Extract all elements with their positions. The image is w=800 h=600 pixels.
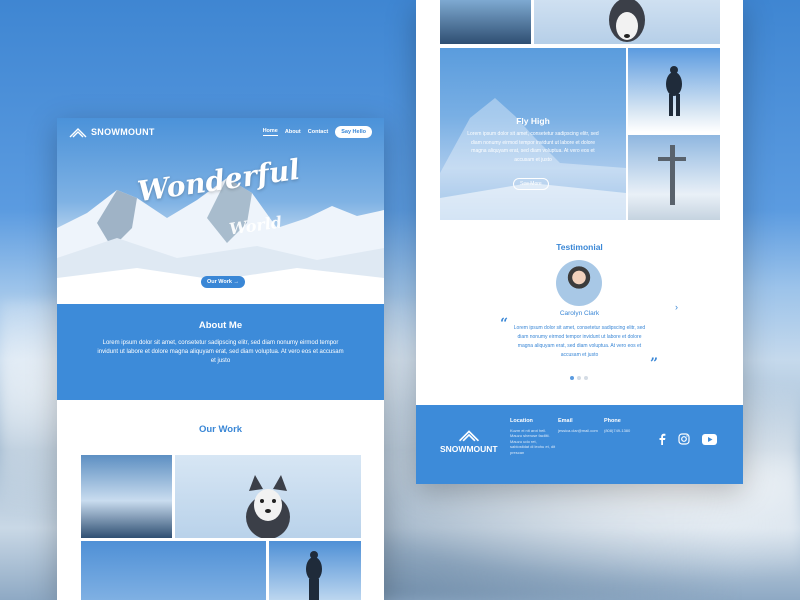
top-nav: SNOWMOUNT Home About Contact Say Hello	[57, 118, 384, 146]
about-heading: About Me	[198, 320, 243, 331]
gallery-husky-photo[interactable]	[175, 455, 361, 538]
gallery-hiker-photo[interactable]	[269, 541, 361, 600]
youtube-icon[interactable]	[702, 433, 717, 445]
husky-illustration	[246, 475, 290, 538]
mountain-logo-icon	[458, 430, 479, 442]
about-section: About Me Lorem ipsum dolor sit amet, con…	[57, 304, 384, 400]
chevron-right-icon[interactable]: ›	[675, 302, 678, 312]
mountain-logo-icon	[69, 127, 87, 137]
brand-logo[interactable]: SNOWMOUNT	[69, 127, 155, 138]
carousel-dots	[570, 376, 588, 380]
footer-phone: Phone (808)749-1380	[604, 418, 644, 433]
facebook-icon[interactable]	[656, 433, 668, 445]
fly-high-text: Lorem ipsum dolor sit amet, consetetur s…	[467, 131, 599, 163]
footer: SNOWMOUNT Location Kuzm ei nit arot heil…	[416, 405, 743, 484]
footer-email-label: Email	[558, 418, 573, 424]
footer-brand-name: SNOWMOUNT	[440, 444, 498, 454]
open-quote-icon: “	[500, 316, 509, 332]
footer-phone-label: Phone	[604, 418, 621, 424]
testimonial-text: Lorem ipsum dolor sit amet, consetetur s…	[513, 325, 646, 358]
footer-logo[interactable]: SNOWMOUNT	[440, 429, 498, 454]
instagram-icon[interactable]	[678, 433, 690, 445]
footer-location-label: Location	[510, 418, 533, 424]
fly-high-feature: Fly High Lorem ipsum dolor sit amet, con…	[440, 48, 626, 220]
footer-email-text[interactable]: jessica.clar@mail.com	[558, 428, 598, 433]
testimonial-name: Carolyn Clark	[559, 310, 600, 317]
carousel-dot-1[interactable]	[570, 376, 574, 380]
our-work-heading: Our Work	[198, 424, 243, 435]
hero-section: SNOWMOUNT Home About Contact Say Hello W…	[57, 118, 384, 304]
footer-email: Email jessica.clar@mail.com	[558, 418, 604, 433]
say-hello-button[interactable]: Say Hello	[335, 126, 372, 138]
landing-page-mockup-continued: Fly High Lorem ipsum dolor sit amet, con…	[416, 0, 743, 484]
carousel-dot-3[interactable]	[584, 376, 588, 380]
gallery-lake-photo[interactable]	[81, 455, 172, 538]
gallery-husky-photo-top[interactable]	[534, 0, 720, 44]
nav-home-link[interactable]: Home	[262, 128, 278, 136]
fly-high-heading: Fly High	[516, 116, 550, 126]
our-work-button[interactable]: Our Work →	[201, 276, 245, 288]
nav-links: Home About Contact Say Hello	[262, 126, 372, 138]
gallery-mountain-photo[interactable]	[81, 541, 266, 600]
gallery-summit-cross-photo[interactable]	[628, 135, 720, 220]
close-quote-icon: ”	[650, 356, 659, 372]
husky-illustration-top	[609, 0, 645, 42]
footer-location: Location Kuzm ei nit arot heil. Mauzu sh…	[510, 418, 556, 455]
hiker-silhouette	[306, 551, 322, 600]
about-text: Lorem ipsum dolor sit amet, consetetur s…	[97, 340, 344, 364]
nav-contact-link[interactable]: Contact	[308, 129, 328, 135]
footer-location-text: Kuzm ei nit arot heil. Mauzu sheruse fac…	[510, 427, 556, 455]
testimonial-heading: Testimonial	[556, 242, 603, 252]
footer-phone-text: (808)749-1380	[604, 427, 631, 433]
testimonial-avatar	[556, 260, 602, 306]
landing-page-mockup: SNOWMOUNT Home About Contact Say Hello W…	[57, 118, 384, 600]
hiker-silhouette-2	[666, 66, 682, 116]
see-more-button[interactable]: See More	[513, 178, 549, 190]
brand-name: SNOWMOUNT	[91, 127, 155, 137]
carousel-dot-2[interactable]	[577, 376, 581, 380]
gallery-lake-photo-top[interactable]	[440, 0, 531, 44]
summit-cross-illustration	[658, 145, 686, 205]
gallery-hiker-photo-2[interactable]	[628, 48, 720, 132]
nav-about-link[interactable]: About	[285, 129, 301, 135]
